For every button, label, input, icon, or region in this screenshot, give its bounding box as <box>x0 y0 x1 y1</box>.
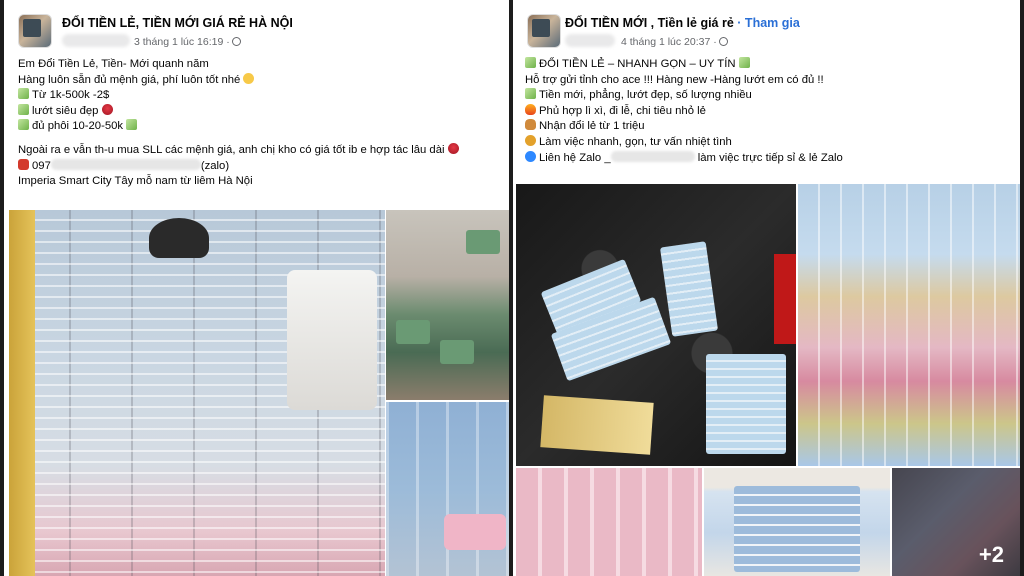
post-photo[interactable] <box>798 184 1020 466</box>
line-text: Nhận đổi lẻ từ 1 triệu <box>539 120 645 133</box>
money-emoji-icon <box>738 57 750 68</box>
post-line: Tiền mới, phẳng, lướt đẹp, số lượng nhiề… <box>525 88 843 104</box>
phone-call-emoji-icon <box>525 150 536 162</box>
phone-emoji-icon <box>18 158 29 170</box>
money-emoji-icon <box>18 88 29 100</box>
post-line: Nhận đổi lẻ từ 1 triệu <box>525 119 843 135</box>
money-bag-emoji-icon <box>525 119 536 131</box>
line-text: Liên hệ Zalo _ <box>539 151 611 164</box>
post-line: Ngoài ra e vẫn th-u mua SLL các mệnh giá… <box>18 142 462 159</box>
phone-prefix: 097 <box>32 159 51 172</box>
post-body: Em Đổi Tiền Lẻ, Tiền- Mới quanh năm Hàng… <box>18 57 462 190</box>
post-photo[interactable] <box>516 468 702 576</box>
group-avatar[interactable] <box>18 14 52 48</box>
line-text: Từ 1k-500k -2$ <box>32 89 110 102</box>
group-name-link[interactable]: ĐỔI TIỀN MỚI , Tiền lẻ giá rẻ <box>565 16 734 30</box>
zalo-number-blurred <box>610 150 695 162</box>
post-line: Hỗ trợ gửi tỉnh cho ace !!! Hàng new -Hà… <box>525 73 824 86</box>
money-emoji-icon <box>126 119 138 131</box>
smile-emoji-icon <box>243 72 255 84</box>
line-text: Hàng luôn sẵn đủ mệnh giá, phí luôn tốt … <box>18 73 241 86</box>
line-text: Tiền mới, phẳng, lướt đẹp, số lượng nhiề… <box>539 89 752 102</box>
post-photo-main[interactable] <box>9 210 385 576</box>
author-name-blurred[interactable] <box>565 34 615 47</box>
post-photo[interactable] <box>704 468 890 576</box>
group-name-line: ĐỔI TIỀN MỚI , Tiền lẻ giá rẻ · Tham gia <box>565 16 800 30</box>
post-line: Hàng luôn sẵn đủ mệnh giá, phí luôn tốt … <box>18 72 462 89</box>
join-group-link[interactable]: · Tham gia <box>737 16 800 30</box>
globe-icon <box>718 37 728 46</box>
post-photo[interactable] <box>386 210 509 400</box>
post-line: đủ phôi 10-20-50k <box>18 119 462 135</box>
line-text: Phủ hợp lì xì, đi lễ, chi tiêu nhỏ lẻ <box>539 104 706 117</box>
post-line: Liên hệ Zalo _ làm việc trực tiếp sỉ & l… <box>525 150 843 167</box>
post-body: ĐỔI TIỀN LẺ – NHANH GỌN – UY TÍN Hỗ trợ … <box>525 57 843 166</box>
post-line: Em Đổi Tiền Lẻ, Tiền- Mới quanh năm <box>18 58 209 70</box>
post-left: ĐỔI TIỀN LẺ, TIỀN MỚI GIÁ RẺ HÀ NỘI 3 th… <box>4 0 509 576</box>
post-line: Làm việc nhanh, gọn, tư vấn nhiệt tình <box>525 134 843 151</box>
money-emoji-icon <box>525 88 536 100</box>
post-line: ĐỔI TIỀN LẺ – NHANH GỌN – UY TÍN <box>525 57 843 73</box>
group-avatar[interactable] <box>527 14 561 48</box>
money-emoji-icon <box>18 119 29 131</box>
rose-emoji-icon <box>101 103 113 115</box>
line-text: Ngoài ra e vẫn th-u mua SLL các mệnh giá… <box>18 143 445 156</box>
fire-emoji-icon <box>525 103 536 115</box>
post-photo[interactable] <box>386 402 509 576</box>
line-text: lướt siêu đẹp <box>32 104 99 117</box>
post-photo-main[interactable] <box>516 184 796 466</box>
sparkle-emoji-icon <box>525 134 536 146</box>
line-text: Làm việc nhanh, gọn, tư vấn nhiệt tình <box>539 135 732 148</box>
post-header: ĐỔI TIỀN LẺ, TIỀN MỚI GIÁ RẺ HÀ NỘI 3 th… <box>4 0 509 52</box>
timestamp-text: 4 tháng 1 lúc 20:37 · <box>621 36 717 48</box>
post-line: Phủ hợp lì xì, đi lễ, chi tiêu nhỏ lẻ <box>525 103 843 120</box>
timestamp-text: 3 tháng 1 lúc 16:19 · <box>134 36 230 48</box>
money-emoji-icon <box>525 57 536 68</box>
globe-icon <box>231 37 241 46</box>
post-line: Imperia Smart City Tây mỗ nam từ liêm Hà… <box>18 175 253 188</box>
money-emoji-icon <box>18 103 29 115</box>
post-line: Từ 1k-500k -2$ <box>18 88 462 104</box>
more-photos-count[interactable]: +2 <box>892 468 1020 576</box>
post-timestamp[interactable]: 3 tháng 1 lúc 16:19 · <box>134 36 241 48</box>
post-line: lướt siêu đẹp <box>18 103 462 120</box>
post-timestamp[interactable]: 4 tháng 1 lúc 20:37 · <box>621 36 728 48</box>
author-name-blurred[interactable] <box>62 34 130 47</box>
line-text: làm việc trực tiếp sỉ & lẻ Zalo <box>697 151 843 164</box>
group-name-link[interactable]: ĐỔI TIỀN LẺ, TIỀN MỚI GIÁ RẺ HÀ NỘI <box>62 16 293 30</box>
rose-emoji-icon <box>447 142 459 154</box>
post-header: ĐỔI TIỀN MỚI , Tiền lẻ giá rẻ · Tham gia… <box>513 0 1020 52</box>
phone-number-blurred <box>50 158 201 170</box>
post-line: 097 (zalo) <box>18 158 462 175</box>
post-photo-more[interactable]: +2 <box>892 468 1020 576</box>
line-text: đủ phôi 10-20-50k <box>32 120 124 133</box>
zalo-label: (zalo) <box>200 159 230 172</box>
post-right: ĐỔI TIỀN MỚI , Tiền lẻ giá rẻ · Tham gia… <box>513 0 1020 576</box>
line-text: ĐỔI TIỀN LẺ – NHANH GỌN – UY TÍN <box>539 58 736 70</box>
